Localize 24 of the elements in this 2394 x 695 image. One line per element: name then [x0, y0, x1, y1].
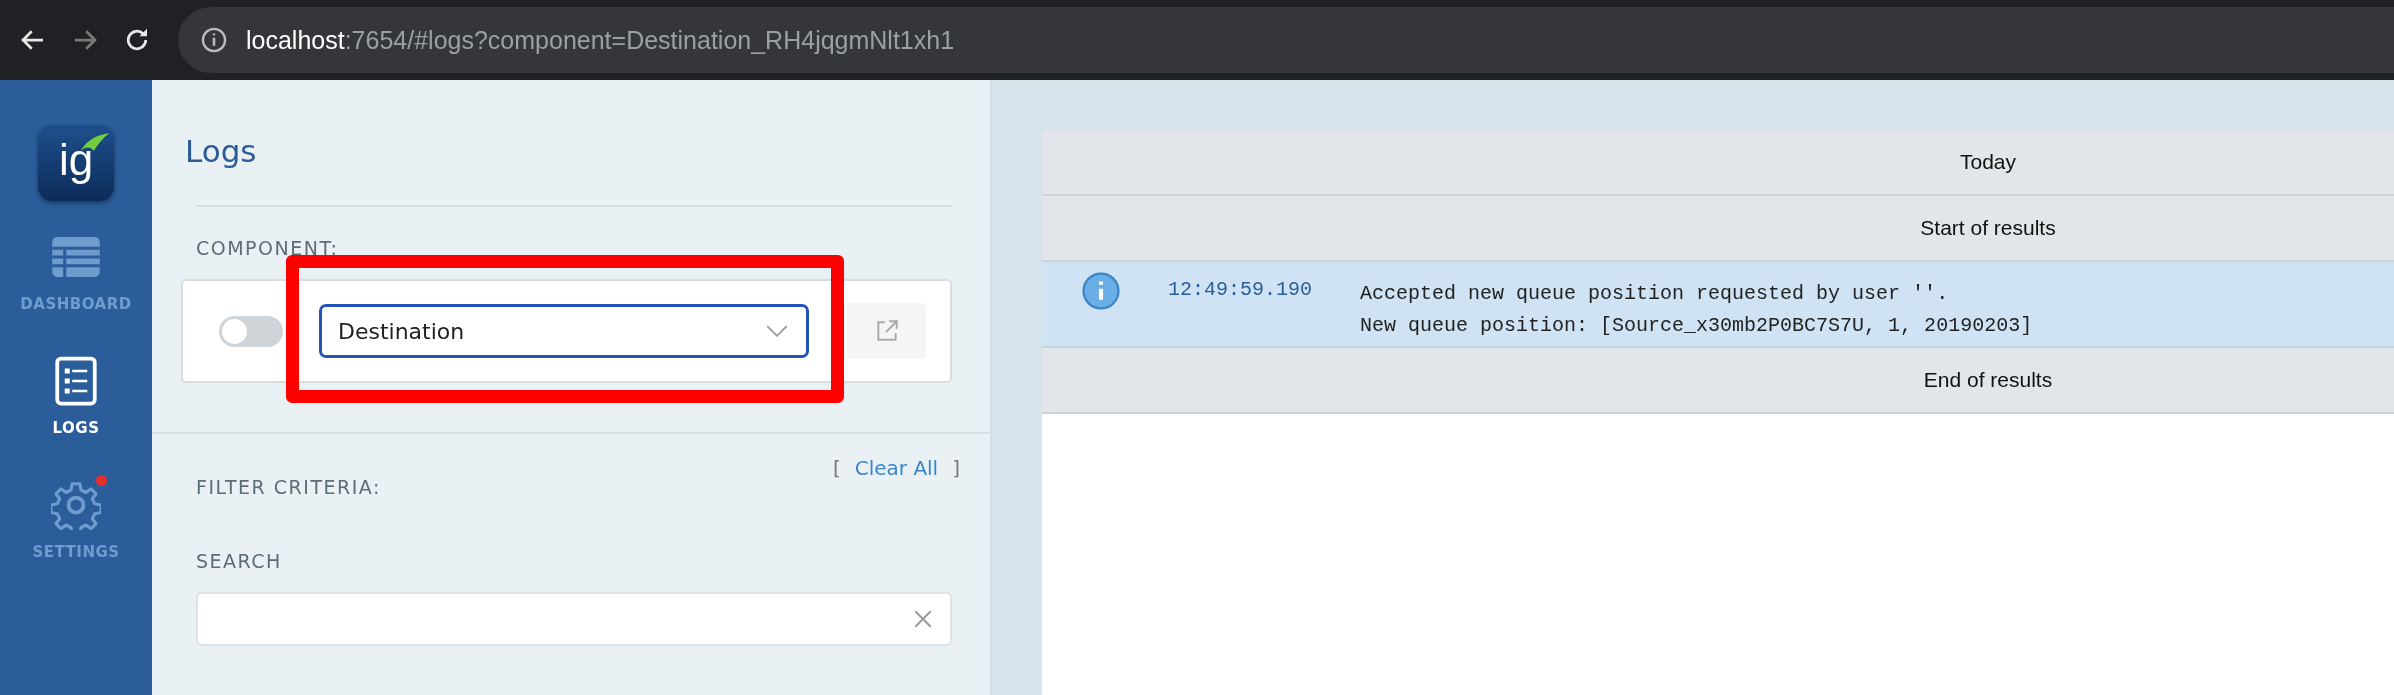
clear-all-link[interactable]: [ Clear All ]	[832, 456, 960, 480]
log-group-header: Start of results	[1042, 196, 2394, 262]
section-label: COMPONENT:	[196, 237, 340, 259]
log-entry-row[interactable]: 12:49:59.190 Accepted new queue position requested by user ''. New queue position: [Source_x30mb2P0BC7S7U, 1, 20190203]	[1042, 262, 2394, 348]
address-bar[interactable]: localhost:7654/#logs?component=Destination_RH4jqgmNlt1xh1	[178, 7, 2394, 73]
search-field[interactable]	[196, 592, 952, 646]
url-text: localhost:7654/#logs?component=Destination_RH4jqgmNlt1xh1	[246, 25, 955, 55]
chevron-down-icon	[766, 324, 789, 338]
sidebar-nav-item[interactable]: LOGS	[51, 353, 101, 437]
log-time: 12:49:59.190	[1168, 278, 1313, 301]
panel-title: Logs	[185, 133, 258, 169]
toggle-switch[interactable]	[219, 315, 283, 347]
info-icon	[1082, 272, 1120, 310]
log-message: New queue position: [Source_x30mb2P0BC7S7U, 1, 20190203]	[1360, 313, 2033, 339]
log-group-header: End of results	[1042, 348, 2394, 414]
component-select[interactable]: Destination	[319, 304, 810, 358]
close-icon[interactable]	[912, 608, 934, 630]
settings-icon	[51, 480, 101, 530]
log-group-header: Today	[1042, 130, 2394, 196]
log-message: Accepted new queue position requested by user ''.	[1360, 281, 1950, 307]
section-label: FILTER CRITERIA:	[196, 476, 381, 498]
info-icon[interactable]	[200, 26, 228, 54]
app-logo[interactable]: ig	[38, 125, 114, 201]
section-label: SEARCH	[196, 550, 283, 572]
